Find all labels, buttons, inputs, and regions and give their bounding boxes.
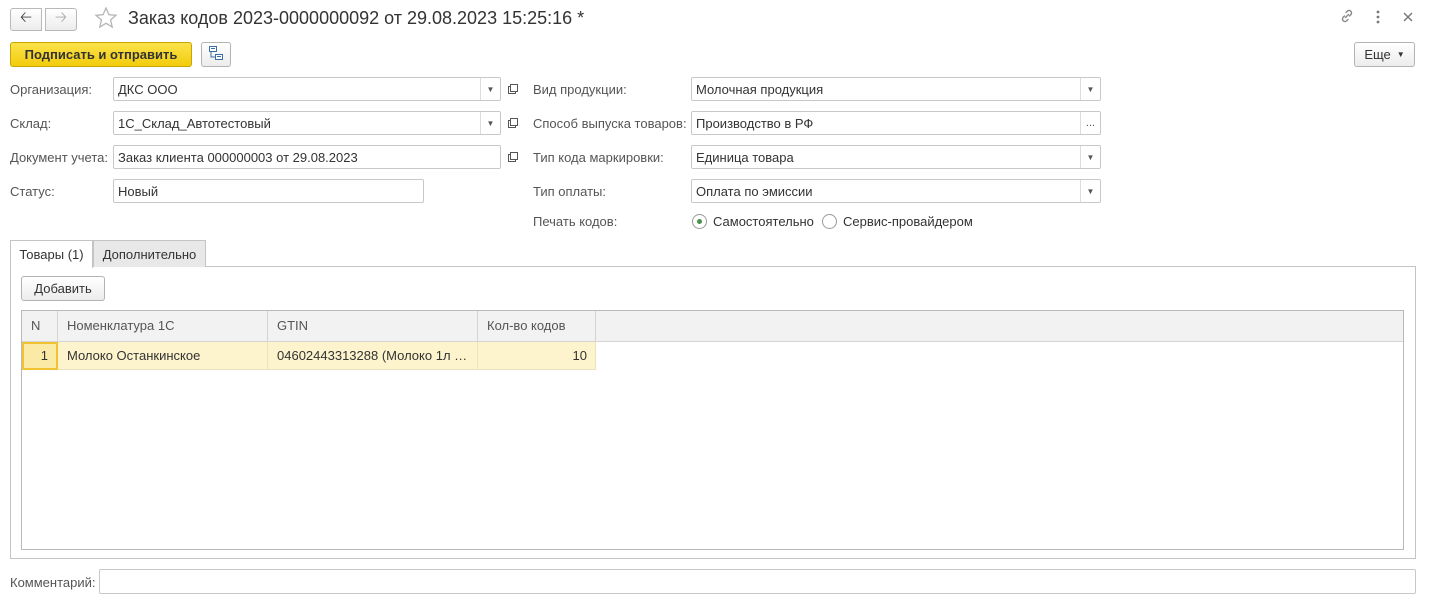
more-button-label: Еще bbox=[1364, 47, 1391, 62]
open-warehouse-button[interactable] bbox=[503, 111, 523, 135]
release-method-field[interactable]: Производство в РФ ... bbox=[691, 111, 1101, 135]
column-header-n[interactable]: N bbox=[22, 311, 58, 342]
open-icon bbox=[508, 118, 518, 128]
release-method-label: Способ выпуска товаров: bbox=[533, 116, 687, 131]
ellipsis-icon[interactable]: ... bbox=[1080, 112, 1100, 134]
warehouse-field[interactable]: 1С_Склад_Автотестовый ▼ bbox=[113, 111, 501, 135]
print-codes-label: Печать кодов: bbox=[533, 214, 618, 229]
more-button[interactable]: Еще ▼ bbox=[1354, 42, 1415, 67]
warehouse-label: Склад: bbox=[10, 116, 52, 131]
back-button[interactable]: 🡠 bbox=[10, 8, 42, 31]
goods-table: N Номенклатура 1С GTIN Кол-во кодов 1 Мо… bbox=[21, 310, 1404, 550]
warehouse-value: 1С_Склад_Автотестовый bbox=[118, 115, 271, 131]
payment-type-field[interactable]: Оплата по эмиссии ▼ bbox=[691, 179, 1101, 203]
open-icon bbox=[508, 152, 518, 162]
table-header: N Номенклатура 1С GTIN Кол-во кодов bbox=[22, 311, 1403, 342]
link-icon[interactable] bbox=[1339, 8, 1355, 28]
arrow-right-icon: 🡢 bbox=[54, 9, 68, 26]
chevron-down-icon[interactable]: ▼ bbox=[1080, 180, 1100, 202]
tab-additional[interactable]: Дополнительно bbox=[93, 240, 206, 267]
sign-and-send-button[interactable]: Подписать и отправить bbox=[10, 42, 192, 67]
document-field[interactable]: Заказ клиента 000000003 от 29.08.2023 bbox=[113, 145, 501, 169]
chevron-down-icon[interactable]: ▼ bbox=[480, 112, 500, 134]
cell-nomenclature[interactable]: Молоко Останкинское bbox=[58, 342, 268, 370]
add-button[interactable]: Добавить bbox=[21, 276, 105, 301]
chevron-down-icon[interactable]: ▼ bbox=[1080, 146, 1100, 168]
open-icon bbox=[508, 84, 518, 94]
chevron-down-icon: ▼ bbox=[1396, 50, 1405, 59]
column-header-nomenclature[interactable]: Номенклатура 1С bbox=[58, 311, 268, 342]
cell-qty[interactable]: 10 bbox=[478, 342, 596, 370]
organization-field[interactable]: ДКС ООО ▼ bbox=[113, 77, 501, 101]
close-icon[interactable] bbox=[1402, 10, 1414, 27]
chevron-down-icon[interactable]: ▼ bbox=[480, 78, 500, 100]
open-organization-button[interactable] bbox=[503, 77, 523, 101]
release-method-value: Производство в РФ bbox=[696, 115, 814, 131]
radio-self[interactable] bbox=[692, 214, 707, 229]
product-kind-label: Вид продукции: bbox=[533, 82, 627, 97]
product-kind-value: Молочная продукция bbox=[696, 81, 824, 97]
cell-n[interactable]: 1 bbox=[22, 342, 58, 370]
table-row[interactable]: 1 Молоко Останкинское 04602443313288 (Мо… bbox=[22, 342, 596, 370]
product-kind-field[interactable]: Молочная продукция ▼ bbox=[691, 77, 1101, 101]
comment-label: Комментарий: bbox=[10, 575, 96, 590]
arrow-left-icon: 🡠 bbox=[19, 9, 33, 26]
document-value: Заказ клиента 000000003 от 29.08.2023 bbox=[118, 149, 358, 165]
structure-icon bbox=[208, 45, 224, 64]
chevron-down-icon[interactable]: ▼ bbox=[1080, 78, 1100, 100]
document-label: Документ учета: bbox=[10, 150, 109, 165]
open-document-button[interactable] bbox=[503, 145, 523, 169]
tab-goods[interactable]: Товары (1) bbox=[10, 240, 93, 268]
radio-self-label[interactable]: Самостоятельно bbox=[713, 214, 814, 229]
column-header-gtin[interactable]: GTIN bbox=[268, 311, 478, 342]
radio-provider-label[interactable]: Сервис-провайдером bbox=[843, 214, 973, 229]
forward-button[interactable]: 🡢 bbox=[45, 8, 77, 31]
status-value: Новый bbox=[118, 183, 159, 199]
more-vertical-icon[interactable] bbox=[1375, 8, 1381, 28]
payment-type-label: Тип оплаты: bbox=[533, 184, 606, 199]
structure-button[interactable] bbox=[201, 42, 231, 67]
page-title: Заказ кодов 2023-0000000092 от 29.08.202… bbox=[128, 8, 585, 28]
radio-provider[interactable] bbox=[822, 214, 837, 229]
organization-label: Организация: bbox=[10, 82, 93, 97]
code-type-label: Тип кода маркировки: bbox=[533, 150, 664, 165]
column-header-qty[interactable]: Кол-во кодов bbox=[478, 311, 596, 342]
status-field: Новый bbox=[113, 179, 424, 203]
organization-value: ДКС ООО bbox=[118, 81, 178, 97]
status-label: Статус: bbox=[10, 184, 55, 199]
star-icon[interactable] bbox=[94, 6, 118, 33]
payment-type-value: Оплата по эмиссии bbox=[696, 183, 813, 199]
cell-gtin[interactable]: 04602443313288 (Молоко 1л 0... bbox=[268, 342, 478, 370]
code-type-field[interactable]: Единица товара ▼ bbox=[691, 145, 1101, 169]
code-type-value: Единица товара bbox=[696, 149, 794, 165]
comment-field[interactable] bbox=[99, 569, 1416, 594]
